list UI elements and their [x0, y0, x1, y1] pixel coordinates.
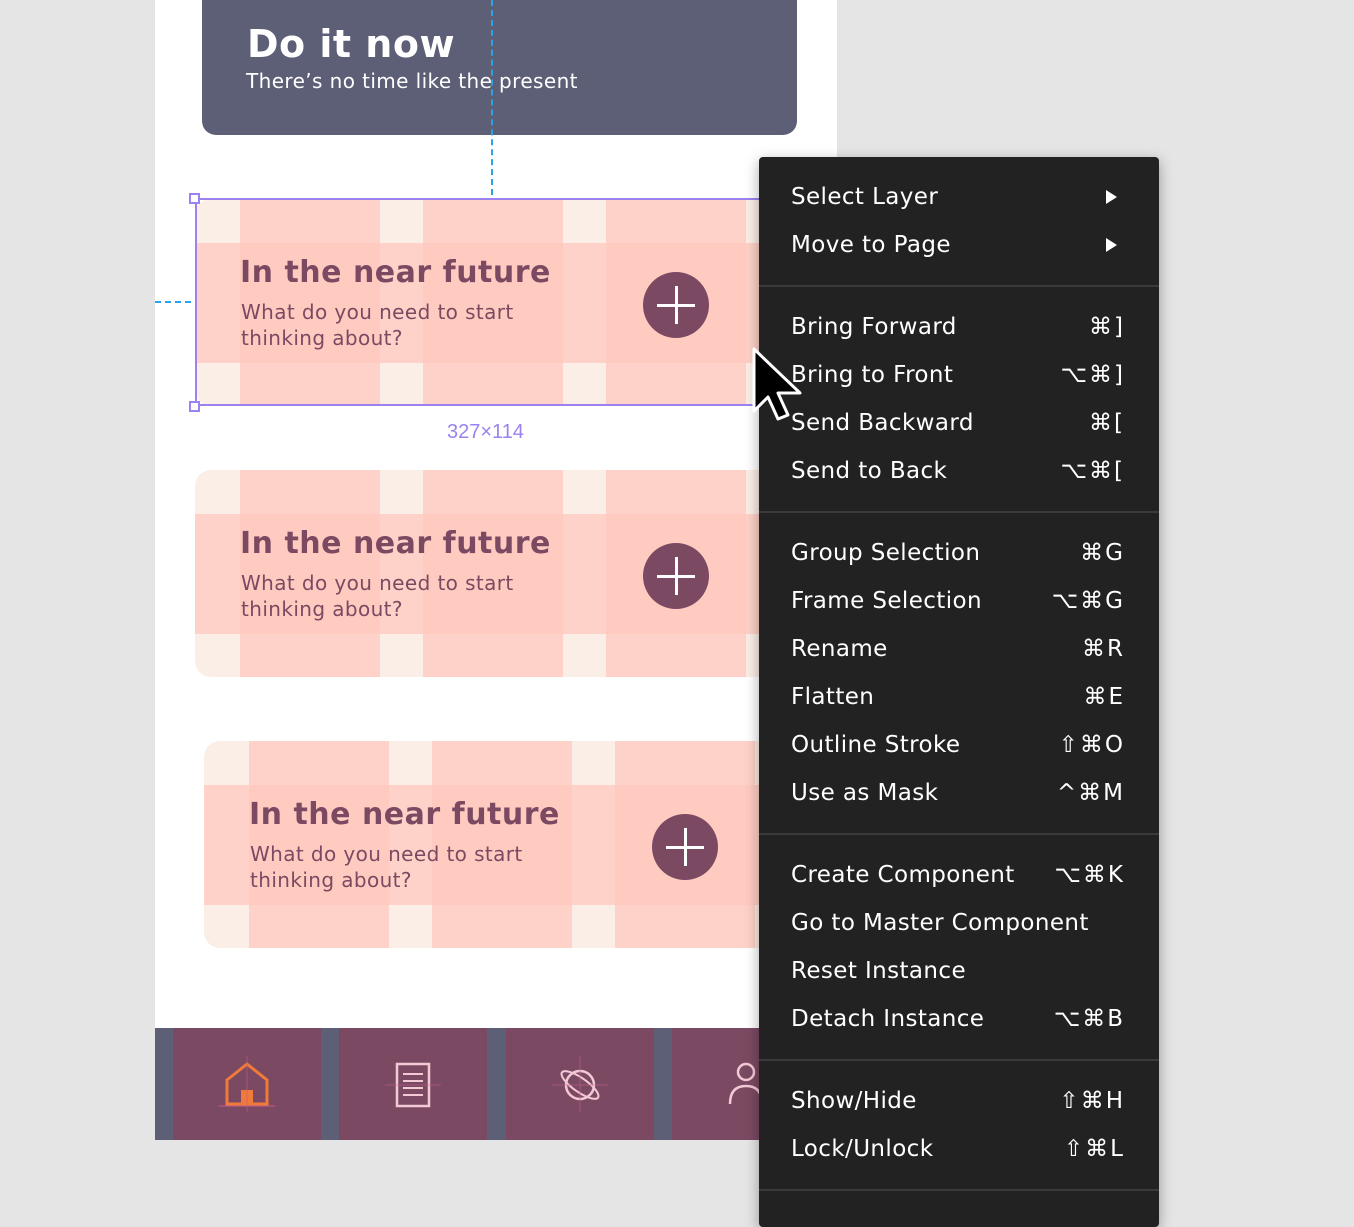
menu-item-shortcut: ⌘E [1083, 684, 1125, 710]
menu-item-bring-forward[interactable]: Bring Forward ⌘] [759, 303, 1159, 351]
menu-item-move-to-page[interactable]: Move to Page [759, 221, 1159, 269]
menu-item-label: Outline Stroke [791, 732, 961, 758]
menu-item-shortcut: ⌥⌘] [1060, 362, 1125, 388]
header-card[interactable]: Do it now There’s no time like the prese… [202, 0, 797, 135]
card-title: In the near future [240, 255, 551, 290]
spacing-guide-horizontal [155, 301, 191, 303]
menu-item-label: Create Component [791, 862, 1015, 888]
menu-item-shortcut: ⌘G [1080, 540, 1125, 566]
menu-item-label: Rename [791, 636, 888, 662]
menu-group-components: Create Component ⌥⌘K Go to Master Compon… [759, 835, 1159, 1061]
menu-item-shortcut: ⌘] [1089, 314, 1125, 340]
spacing-guide-vertical [491, 0, 493, 195]
card-description: What do you need to start thinking about… [241, 300, 514, 350]
menu-item-select-layer[interactable]: Select Layer [759, 173, 1159, 221]
menu-item-label: Lock/Unlock [791, 1136, 934, 1162]
header-subtitle: There’s no time like the present [246, 69, 578, 93]
menu-item-label: Select Layer [791, 184, 939, 210]
home-icon [219, 1056, 275, 1112]
menu-item-group-selection[interactable]: Group Selection ⌘G [759, 529, 1159, 577]
plus-icon[interactable] [643, 272, 709, 338]
tab-list[interactable] [339, 1028, 487, 1140]
menu-item-label: Use as Mask [791, 780, 939, 806]
menu-item-shortcut: ⌥⌘B [1053, 1006, 1125, 1032]
planet-icon [552, 1056, 608, 1112]
plus-icon[interactable] [652, 814, 718, 880]
card-description: What do you need to start thinking about… [241, 571, 514, 621]
menu-item-send-backward[interactable]: Send Backward ⌘[ [759, 399, 1159, 447]
menu-item-shortcut: ⇧⌘H [1059, 1088, 1125, 1114]
menu-item-go-to-master-component[interactable]: Go to Master Component [759, 899, 1159, 947]
resize-handle-top-left[interactable] [189, 193, 200, 204]
menu-group-visibility: Show/Hide ⇧⌘H Lock/Unlock ⇧⌘L [759, 1061, 1159, 1191]
menu-item-label: Group Selection [791, 540, 981, 566]
menu-item-shortcut: ⌥⌘[ [1060, 458, 1125, 484]
tab-bar [155, 1028, 837, 1140]
menu-item-shortcut: ⇧⌘O [1058, 732, 1125, 758]
header-title: Do it now [247, 22, 456, 66]
task-card[interactable]: In the near future What do you need to s… [195, 470, 795, 677]
menu-item-label: Reset Instance [791, 958, 966, 984]
menu-item-lock-unlock[interactable]: Lock/Unlock ⇧⌘L [759, 1125, 1159, 1173]
menu-group-layer: Select Layer Move to Page [759, 157, 1159, 287]
plus-icon[interactable] [643, 543, 709, 609]
tab-explore[interactable] [506, 1028, 654, 1140]
card-title: In the near future [249, 797, 560, 832]
context-menu: Select Layer Move to Page Bring Forward … [759, 157, 1159, 1227]
menu-item-label: Send Backward [791, 410, 974, 436]
menu-item-bring-to-front[interactable]: Bring to Front ⌥⌘] [759, 351, 1159, 399]
menu-item-label: Show/Hide [791, 1088, 917, 1114]
menu-item-label: Bring Forward [791, 314, 957, 340]
selection-size-label: 327×114 [447, 421, 524, 443]
task-card[interactable]: In the near future What do you need to s… [195, 199, 795, 406]
menu-item-label: Flatten [791, 684, 875, 710]
cursor-arrow-icon [752, 347, 802, 421]
menu-item-outline-stroke[interactable]: Outline Stroke ⇧⌘O [759, 721, 1159, 769]
task-card[interactable]: In the near future What do you need to s… [204, 741, 804, 948]
menu-item-show-hide[interactable]: Show/Hide ⇧⌘H [759, 1077, 1159, 1125]
menu-item-label: Move to Page [791, 232, 951, 258]
submenu-arrow-icon [1106, 190, 1117, 204]
card-description: What do you need to start thinking about… [250, 842, 523, 892]
menu-item-shortcut: ⌥⌘K [1054, 862, 1125, 888]
menu-item-shortcut: ⌘R [1082, 636, 1125, 662]
menu-item-flatten[interactable]: Flatten ⌘E [759, 673, 1159, 721]
menu-item-detach-instance[interactable]: Detach Instance ⌥⌘B [759, 995, 1159, 1043]
tab-home[interactable] [173, 1028, 321, 1140]
menu-item-use-as-mask[interactable]: Use as Mask ^⌘M [759, 769, 1159, 817]
menu-item-shortcut: ⇧⌘L [1063, 1136, 1125, 1162]
menu-group-arrange: Bring Forward ⌘] Bring to Front ⌥⌘] Send… [759, 287, 1159, 513]
menu-item-shortcut: ⌘[ [1089, 410, 1125, 436]
menu-item-label: Frame Selection [791, 588, 982, 614]
menu-item-create-component[interactable]: Create Component ⌥⌘K [759, 851, 1159, 899]
resize-handle-bottom-left[interactable] [189, 401, 200, 412]
menu-item-rename[interactable]: Rename ⌘R [759, 625, 1159, 673]
menu-group-edit: Group Selection ⌘G Frame Selection ⌥⌘G R… [759, 513, 1159, 835]
artboard: Do it now There’s no time like the prese… [155, 0, 837, 1140]
menu-item-label: Detach Instance [791, 1006, 985, 1032]
list-icon [385, 1062, 441, 1108]
menu-item-reset-instance[interactable]: Reset Instance [759, 947, 1159, 995]
submenu-arrow-icon [1106, 238, 1117, 252]
menu-item-shortcut: ⌥⌘G [1051, 588, 1125, 614]
menu-item-shortcut: ^⌘M [1056, 780, 1125, 806]
menu-item-send-to-back[interactable]: Send to Back ⌥⌘[ [759, 447, 1159, 495]
card-title: In the near future [240, 526, 551, 561]
menu-item-label: Send to Back [791, 458, 948, 484]
menu-item-frame-selection[interactable]: Frame Selection ⌥⌘G [759, 577, 1159, 625]
menu-item-label: Go to Master Component [791, 910, 1089, 936]
